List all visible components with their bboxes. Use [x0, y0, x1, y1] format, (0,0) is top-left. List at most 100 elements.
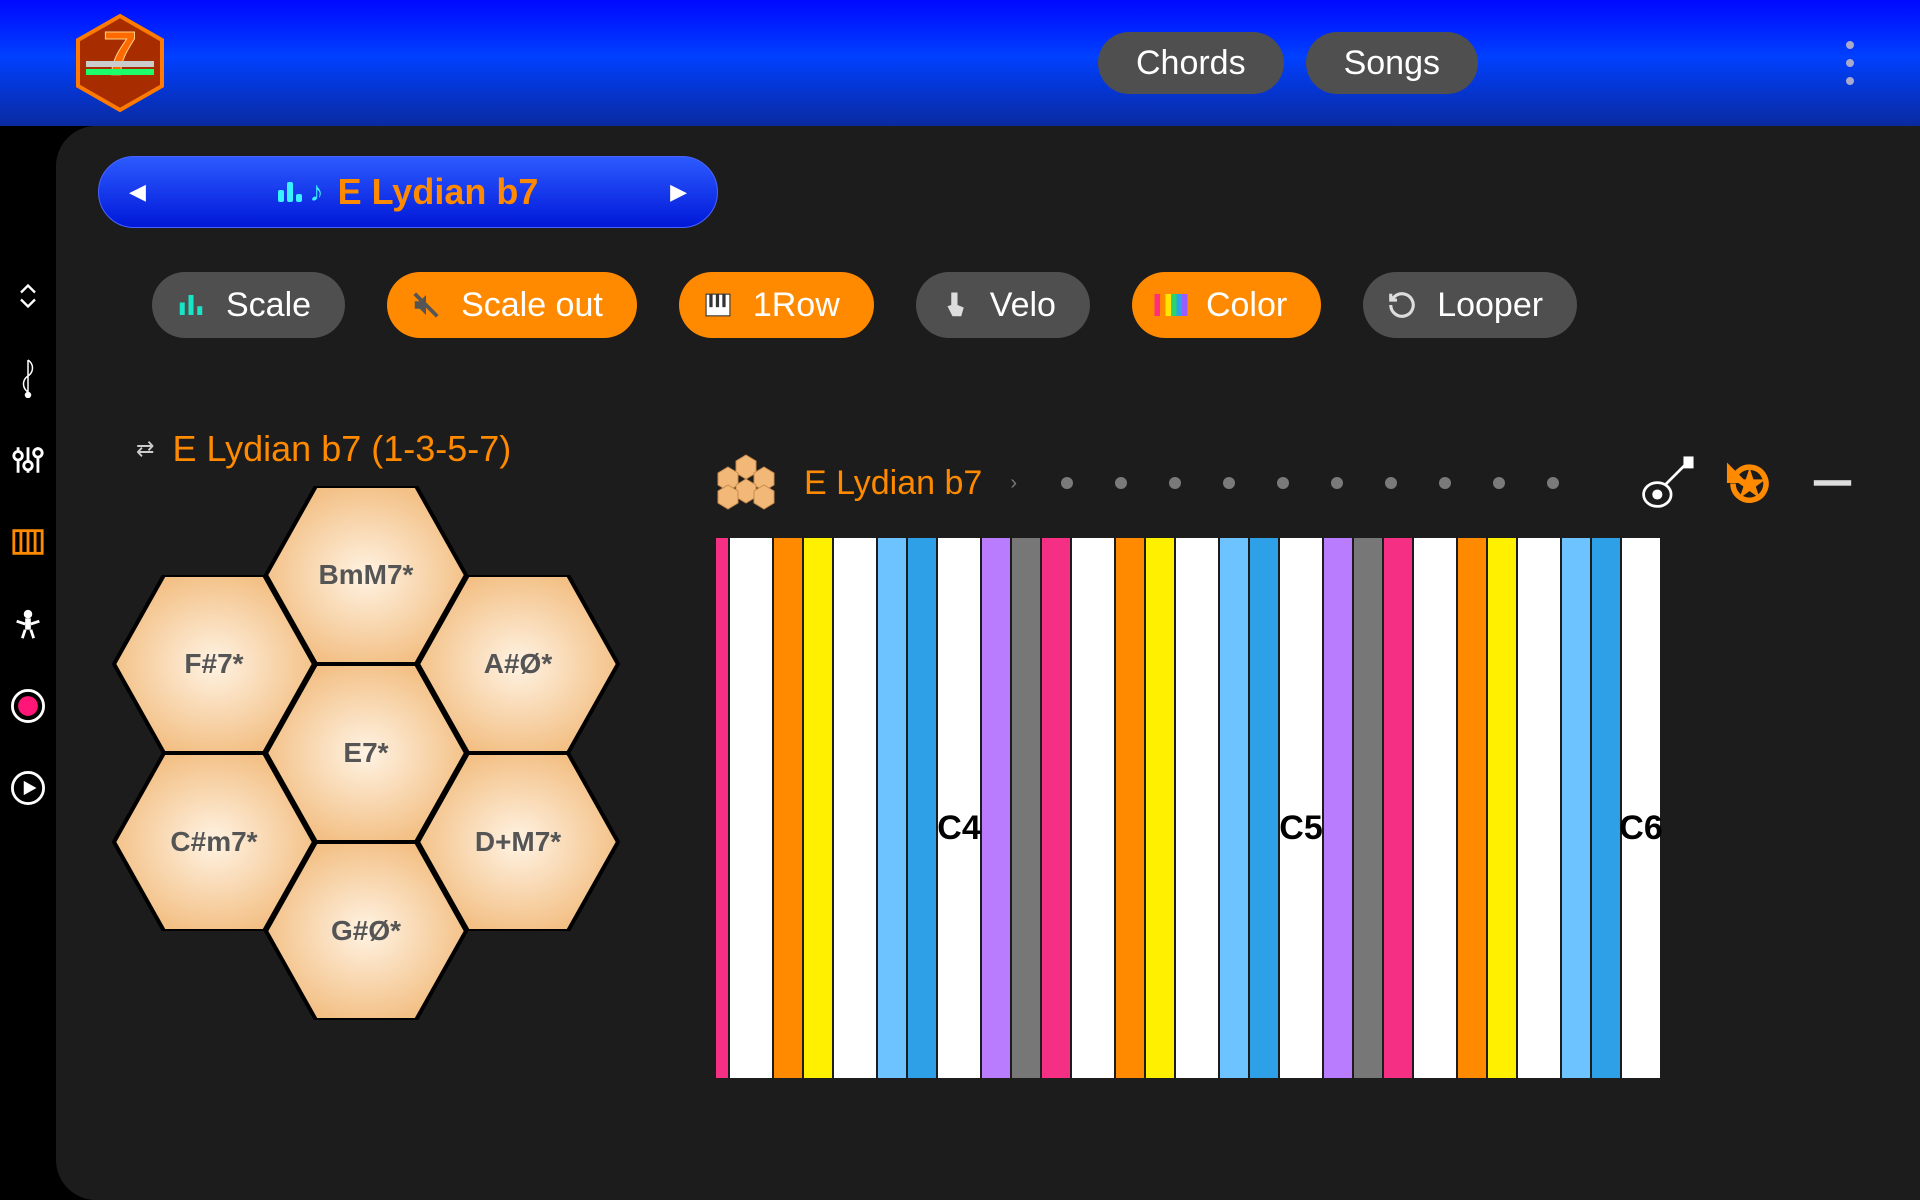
keyboard-header: E Lydian b7 › ★ — [716, 448, 1920, 518]
piano-icon — [701, 288, 735, 322]
keyboard-key[interactable] — [1176, 538, 1220, 1078]
songs-tab[interactable]: Songs — [1306, 32, 1478, 94]
prev-scale-icon[interactable]: ◀ — [129, 179, 146, 205]
keyboard-key[interactable] — [1012, 538, 1042, 1078]
chords-tab-label: Chords — [1136, 44, 1246, 83]
keyboard-key[interactable] — [878, 538, 908, 1078]
keyboard-key[interactable] — [1518, 538, 1562, 1078]
keyboard-key[interactable] — [716, 538, 730, 1078]
hex-mini-icon[interactable] — [716, 451, 776, 516]
key-label: C4 — [937, 809, 980, 848]
keyboard-key[interactable] — [730, 538, 774, 1078]
keyboard-key[interactable] — [1250, 538, 1280, 1078]
more-menu-icon[interactable] — [1820, 33, 1880, 93]
keyboard-key[interactable] — [1042, 538, 1072, 1078]
keyboard-key[interactable] — [1384, 538, 1414, 1078]
hex-label: D+M7* — [475, 826, 561, 858]
hex-title: ⇄ E Lydian b7 (1-3-5-7) — [136, 428, 511, 470]
keyboard-key[interactable] — [1146, 538, 1176, 1078]
page-dot[interactable] — [1547, 477, 1559, 489]
keyboard-key[interactable] — [1458, 538, 1488, 1078]
treble-clef-icon[interactable] — [8, 358, 48, 398]
page-dot[interactable] — [1331, 477, 1343, 489]
keyboard-key[interactable]: C6 — [1622, 538, 1662, 1078]
play-icon[interactable] — [8, 768, 48, 808]
options-row: Scale Scale out 1Row Velo — [86, 272, 1920, 338]
keyboard-key[interactable] — [1414, 538, 1458, 1078]
next-scale-icon[interactable]: ▶ — [670, 179, 687, 205]
chevron-right-icon: › — [1010, 472, 1017, 495]
collapse-icon[interactable] — [1805, 456, 1860, 511]
keyboard-key[interactable] — [1592, 538, 1622, 1078]
chip-looper[interactable]: Looper — [1363, 272, 1577, 338]
equalizer-icon — [278, 182, 302, 202]
keyboard-key[interactable] — [1116, 538, 1146, 1078]
chip-label: Color — [1206, 286, 1287, 325]
page-dot[interactable] — [1061, 477, 1073, 489]
guitar-icon[interactable] — [1639, 456, 1694, 511]
keyboard-scale-name: E Lydian b7 — [804, 464, 982, 503]
page-dot[interactable] — [1169, 477, 1181, 489]
record-icon[interactable] — [8, 686, 48, 726]
main-panel: ◀ ♪ E Lydian b7 ▶ Scale — [56, 126, 1920, 1200]
left-sidebar — [0, 126, 56, 1200]
page-dot[interactable] — [1277, 477, 1289, 489]
keyboard-key[interactable] — [1072, 538, 1116, 1078]
chip-label: Scale — [226, 286, 311, 325]
keyboard-key[interactable] — [774, 538, 804, 1078]
app-topbar: 7 Chords Songs — [0, 0, 1920, 126]
page-dot[interactable] — [1439, 477, 1451, 489]
hex-title-text: E Lydian b7 (1-3-5-7) — [172, 428, 511, 470]
chords-tab[interactable]: Chords — [1098, 32, 1284, 94]
hex-label: F#7* — [184, 648, 243, 680]
equalizer-icon — [174, 288, 208, 322]
page-dot[interactable] — [1493, 477, 1505, 489]
chord-hex-area: ⇄ E Lydian b7 (1-3-5-7) BmM7* F#7* — [86, 448, 686, 1078]
keyboard-key[interactable]: C4 — [938, 538, 982, 1078]
note-icon: ♪ — [310, 176, 324, 208]
keyboard-key[interactable] — [834, 538, 878, 1078]
conductor-icon[interactable] — [8, 604, 48, 644]
hex-chord-bottom[interactable]: G#Ø* — [264, 842, 468, 1020]
svg-text:★: ★ — [1741, 474, 1759, 496]
palette-icon — [1154, 288, 1188, 322]
hex-label: G#Ø* — [331, 915, 401, 947]
chip-velo[interactable]: Velo — [916, 272, 1090, 338]
sliders-icon[interactable] — [8, 440, 48, 480]
keyboard-key[interactable] — [1562, 538, 1592, 1078]
page-dot[interactable] — [1115, 477, 1127, 489]
page-dot[interactable] — [1385, 477, 1397, 489]
app-logo-icon: 7 — [70, 13, 170, 113]
scale-selector[interactable]: ◀ ♪ E Lydian b7 ▶ — [98, 156, 718, 228]
chip-label: 1Row — [753, 286, 840, 325]
keyboard-key[interactable] — [908, 538, 938, 1078]
swap-icon[interactable]: ⇄ — [136, 436, 154, 462]
keyboard-view-icon[interactable] — [8, 522, 48, 562]
keyboard-key[interactable] — [1354, 538, 1384, 1078]
touch-icon — [938, 288, 972, 322]
chip-scale-out[interactable]: Scale out — [387, 272, 637, 338]
page-dots[interactable] — [1061, 477, 1559, 489]
chip-1row[interactable]: 1Row — [679, 272, 874, 338]
hex-label: E7* — [343, 737, 388, 769]
hex-label: BmM7* — [319, 559, 414, 591]
redo-star-icon[interactable]: ★ — [1722, 456, 1777, 511]
history-icon — [1385, 288, 1419, 322]
keyboard-key[interactable] — [1488, 538, 1518, 1078]
chip-scale[interactable]: Scale — [152, 272, 345, 338]
scale-name-text: E Lydian b7 — [338, 171, 539, 213]
keyboard-key[interactable] — [982, 538, 1012, 1078]
keyboard-key[interactable] — [1324, 538, 1354, 1078]
hex-label: C#m7* — [170, 826, 257, 858]
keyboard-area: E Lydian b7 › ★ — [716, 448, 1920, 1078]
chip-color[interactable]: Color — [1132, 272, 1321, 338]
color-keyboard[interactable]: C4 C5 C6 — [716, 538, 1920, 1078]
keyboard-key[interactable] — [804, 538, 834, 1078]
keyboard-key[interactable]: C5 — [1280, 538, 1324, 1078]
expand-collapse-icon[interactable] — [8, 276, 48, 316]
page-dot[interactable] — [1223, 477, 1235, 489]
songs-tab-label: Songs — [1344, 44, 1440, 83]
key-label: C6 — [1619, 809, 1662, 848]
chip-label: Velo — [990, 286, 1056, 325]
keyboard-key[interactable] — [1220, 538, 1250, 1078]
